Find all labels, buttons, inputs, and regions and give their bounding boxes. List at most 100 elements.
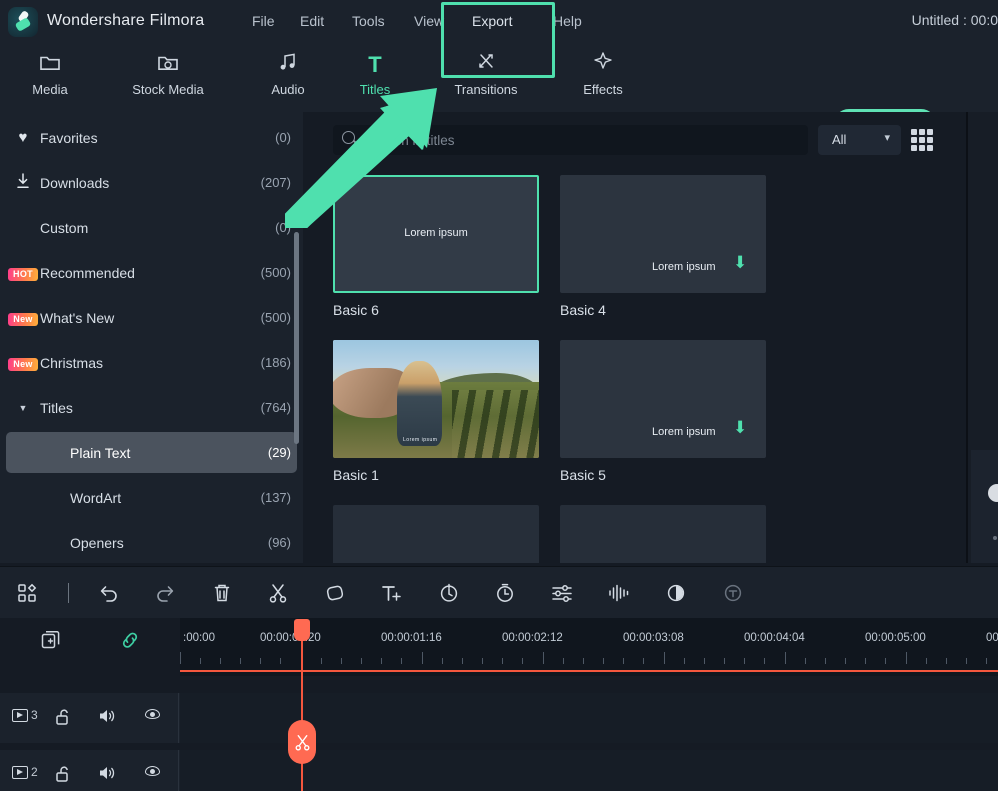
asset-thumbnail[interactable]: Lorem ipsum ⬇ [560, 175, 766, 293]
menu-tools[interactable]: Tools [352, 13, 385, 29]
sidebar-item-favorites[interactable]: ♥ Favorites (0) [6, 117, 297, 158]
preview-panel-edge [968, 112, 998, 563]
asset-photo-preview: Lorem ipsum [333, 340, 539, 458]
unlock-icon[interactable] [55, 765, 71, 783]
new-badge: New [6, 354, 40, 371]
sidebar-item-openers[interactable]: Openers (96) [6, 522, 297, 563]
sidebar-item-label: Custom [40, 219, 89, 236]
speaker-icon[interactable] [98, 765, 116, 781]
asset-thumbnail[interactable]: Lorem ipsum [333, 340, 539, 458]
search-input[interactable] [366, 125, 796, 155]
sidebar-item-whats-new[interactable]: New What's New (500) [6, 297, 297, 338]
auto-caption-icon[interactable] [718, 578, 748, 608]
video-track-icon: 2 [12, 765, 38, 779]
ruler-label: :00:00 [183, 632, 215, 644]
add-media-icon[interactable] [36, 625, 66, 655]
asset-thumbnail[interactable]: Lorem ipsum ⬇ [560, 340, 766, 458]
sidebar-item-label: Titles [40, 399, 73, 416]
redo-icon[interactable] [150, 578, 180, 608]
split-playhead-button[interactable] [288, 720, 316, 764]
ruler-label: 00:00:01:16 [381, 632, 442, 644]
menu-help[interactable]: Help [553, 13, 582, 29]
asset-thumbnail[interactable] [333, 505, 539, 563]
timeline-tracks: 3 2 [0, 693, 998, 791]
tab-stock-media-label: Stock Media [132, 82, 204, 97]
trash-icon[interactable] [207, 578, 237, 608]
tab-audio[interactable]: Audio [240, 50, 336, 108]
grid-view-icon[interactable] [911, 129, 933, 151]
sidebar-item-christmas[interactable]: New Christmas (186) [6, 342, 297, 383]
asset-tile[interactable]: Lorem ipsum ⬇ Basic 5 [560, 340, 766, 483]
download-icon[interactable]: ⬇ [733, 419, 751, 440]
filter-dropdown[interactable]: All ▾ [818, 125, 901, 155]
menu-export[interactable]: Export [472, 13, 512, 29]
app-brand-name: Wondershare Filmora [47, 12, 205, 29]
download-icon[interactable]: ⬇ [733, 254, 751, 275]
sidebar-item-label: Christmas [40, 354, 104, 371]
asset-caption: Basic 4 [560, 302, 606, 318]
eye-icon[interactable] [145, 709, 160, 719]
tab-titles[interactable]: T Titles [327, 50, 423, 108]
asset-thumbnail[interactable] [560, 505, 766, 563]
speed-icon[interactable] [434, 578, 464, 608]
tab-stock-media[interactable]: Stock Media [120, 50, 216, 108]
color-match-icon[interactable] [661, 578, 691, 608]
link-chain-icon[interactable] [115, 625, 145, 655]
sidebar-item-recommended[interactable]: HOT Recommended (500) [6, 252, 297, 293]
new-badge: New [6, 309, 40, 326]
menu-view[interactable]: View [414, 13, 444, 29]
ruler-label: 00:00:00:20 [260, 632, 321, 644]
tab-media-label: Media [32, 82, 68, 97]
sidebar-item-plain-text[interactable]: Plain Text (29) [6, 432, 297, 473]
filter-value: All [832, 132, 847, 147]
speaker-icon[interactable] [98, 708, 116, 724]
scissors-icon[interactable] [263, 578, 293, 608]
track-number: 3 [31, 708, 38, 722]
adjust-sliders-icon[interactable] [547, 578, 577, 608]
asset-thumbnail[interactable]: Lorem ipsum [333, 175, 539, 293]
crop-icon[interactable] [320, 578, 350, 608]
audio-waveform-icon[interactable] [604, 578, 634, 608]
search-icon [342, 131, 355, 144]
asset-tile[interactable] [333, 505, 539, 563]
tab-audio-label: Audio [271, 82, 305, 97]
sidebar-item-count: (96) [267, 535, 291, 550]
menu-edit[interactable]: Edit [300, 13, 324, 29]
sidebar-item-count: (137) [260, 490, 291, 505]
playhead-handle[interactable] [294, 619, 310, 641]
cloud-folder-icon [120, 50, 216, 80]
sidebar-item-count: (186) [260, 355, 291, 370]
track-row[interactable]: 2 [0, 750, 998, 791]
toolbar-separator [68, 583, 69, 603]
search-bar[interactable] [333, 125, 808, 155]
unlock-icon[interactable] [55, 708, 71, 726]
eye-icon[interactable] [145, 766, 160, 776]
track-header: 3 [0, 693, 178, 743]
tab-media[interactable]: Media [2, 50, 98, 108]
sidebar-scrollbar[interactable] [294, 232, 299, 444]
tab-effects[interactable]: Effects [555, 50, 651, 108]
asset-tile[interactable] [560, 505, 766, 563]
sidebar-item-label: Plain Text [70, 444, 131, 461]
tab-transitions[interactable]: Transitions [438, 50, 534, 108]
sidebar-item-label: What's New [40, 309, 115, 326]
transition-arrows-icon [438, 50, 534, 80]
heart-icon: ♥ [18, 129, 28, 146]
add-text-icon[interactable] [377, 578, 407, 608]
asset-tile[interactable]: Lorem ipsum ⬇ Basic 4 [560, 175, 766, 318]
filmora-logo-icon [8, 7, 38, 37]
sidebar-item-downloads[interactable]: Downloads (207) [6, 162, 297, 203]
sidebar-item-count: (764) [260, 400, 291, 415]
duration-icon[interactable] [490, 578, 520, 608]
undo-icon[interactable] [94, 578, 124, 608]
asset-tile[interactable]: Lorem ipsum Basic 6 [333, 175, 539, 318]
menu-file[interactable]: File [252, 13, 275, 29]
layout-grid-icon[interactable] [12, 578, 42, 608]
caret-down-icon: ▼ [18, 402, 28, 413]
sidebar-item-custom[interactable]: Custom (0) [6, 207, 297, 248]
track-row[interactable]: 3 [0, 693, 998, 743]
sidebar-item-wordart[interactable]: WordArt (137) [6, 477, 297, 518]
sidebar-item-titles[interactable]: ▼ Titles (764) [6, 387, 297, 428]
track-number: 2 [31, 765, 38, 779]
asset-tile[interactable]: Lorem ipsum Basic 1 [333, 340, 539, 483]
